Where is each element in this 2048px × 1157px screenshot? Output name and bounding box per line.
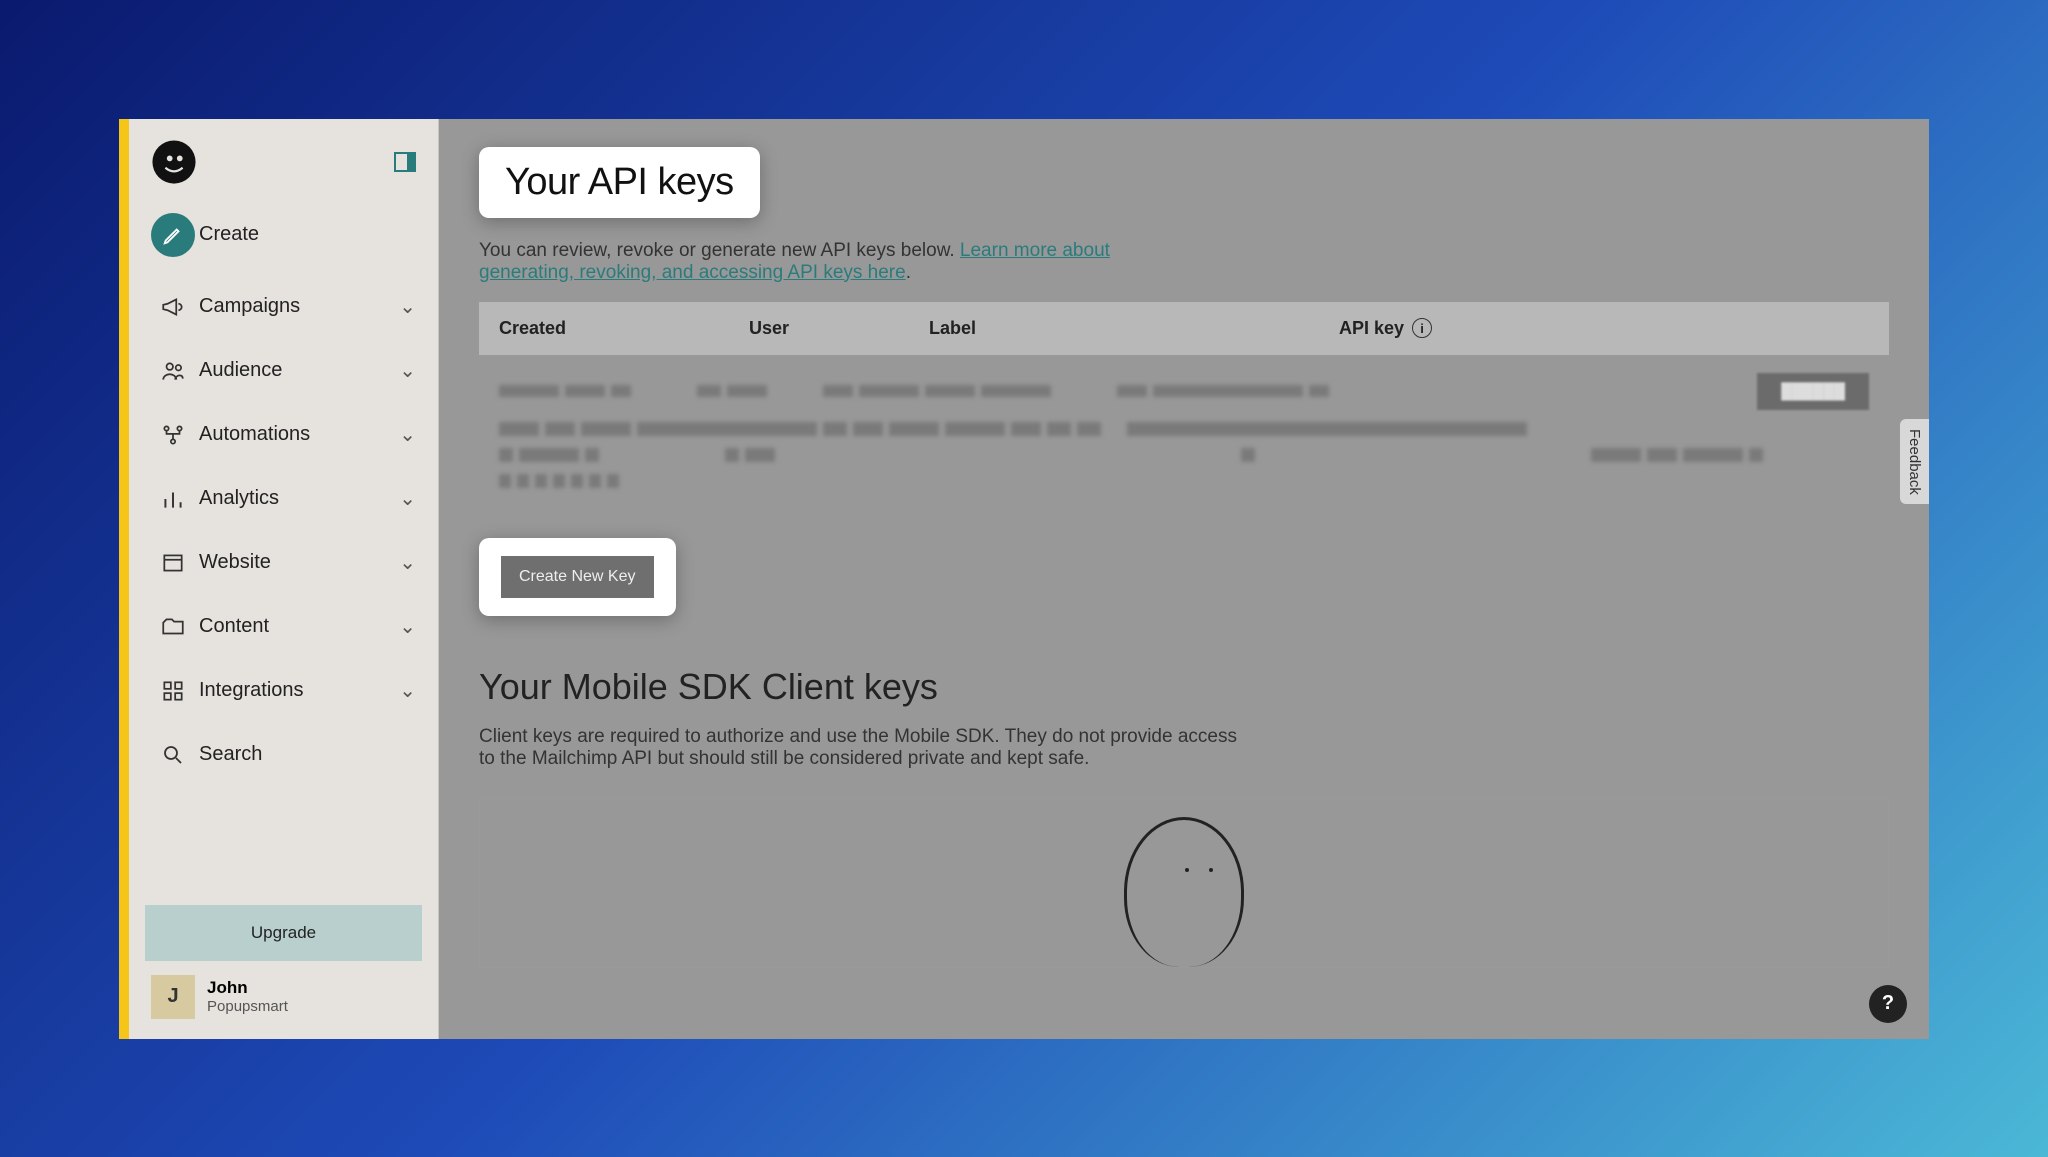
sidebar-item-label: Automations — [195, 423, 399, 446]
sidebar-item-audience[interactable]: Audience ⌄ — [139, 339, 428, 403]
sidebar-item-label: Website — [195, 551, 399, 574]
grid-icon — [151, 669, 195, 713]
sidebar-item-website[interactable]: Website ⌄ — [139, 531, 428, 595]
col-label: Label — [929, 318, 1339, 339]
window-icon — [151, 541, 195, 585]
table-header-row: Created User Label API key i — [479, 302, 1889, 355]
info-icon[interactable]: i — [1412, 318, 1432, 338]
sidebar-item-label: Integrations — [195, 679, 399, 702]
sdk-empty-card — [479, 798, 1889, 968]
sidebar-item-search[interactable]: Search — [139, 723, 428, 787]
page-title: Your API keys — [505, 161, 734, 204]
folder-icon — [151, 605, 195, 649]
chevron-down-icon: ⌄ — [399, 486, 416, 511]
sidebar-item-create[interactable]: Create — [139, 203, 428, 267]
col-api-key: API key i — [1339, 318, 1869, 339]
create-new-key-button[interactable]: Create New Key — [501, 556, 654, 598]
sidebar-item-label: Search — [195, 743, 416, 766]
page-description: You can review, revoke or generate new A… — [479, 240, 1179, 284]
sidebar: Create Campaigns ⌄ Audience ⌄ Automation… — [129, 119, 439, 1039]
bar-chart-icon — [151, 477, 195, 521]
user-org: Popupsmart — [207, 998, 288, 1015]
col-created: Created — [499, 318, 749, 339]
user-name: John — [207, 978, 288, 998]
user-menu[interactable]: J John Popupsmart — [145, 961, 422, 1023]
sidebar-item-automations[interactable]: Automations ⌄ — [139, 403, 428, 467]
main-content: Your API keys You can review, revoke or … — [439, 119, 1929, 1039]
chevron-down-icon: ⌄ — [399, 550, 416, 575]
page-title-highlight: Your API keys — [479, 147, 760, 218]
chevron-down-icon: ⌄ — [399, 358, 416, 383]
sidebar-item-integrations[interactable]: Integrations ⌄ — [139, 659, 428, 723]
table-body: ██████ — [479, 355, 1889, 514]
megaphone-icon — [151, 285, 195, 329]
sidebar-item-label: Campaigns — [195, 295, 399, 318]
sdk-description: Client keys are required to authorize an… — [479, 726, 1239, 770]
sidebar-item-campaigns[interactable]: Campaigns ⌄ — [139, 275, 428, 339]
sidebar-item-content[interactable]: Content ⌄ — [139, 595, 428, 659]
sidebar-item-label: Analytics — [195, 487, 399, 510]
help-button[interactable]: ? — [1869, 985, 1907, 1023]
sidebar-item-label: Audience — [195, 359, 399, 382]
search-icon — [151, 733, 195, 777]
sidebar-item-analytics[interactable]: Analytics ⌄ — [139, 467, 428, 531]
create-key-highlight: Create New Key — [479, 538, 676, 616]
flow-icon — [151, 413, 195, 457]
table-row-redacted — [499, 448, 1869, 462]
upgrade-button[interactable]: Upgrade — [145, 905, 422, 961]
chevron-down-icon: ⌄ — [399, 614, 416, 639]
avatar: J — [151, 975, 195, 1019]
sdk-title: Your Mobile SDK Client keys — [479, 666, 1889, 708]
chevron-down-icon: ⌄ — [399, 294, 416, 319]
col-user: User — [749, 318, 929, 339]
sidebar-nav: Create Campaigns ⌄ Audience ⌄ Automation… — [129, 203, 438, 889]
table-row-redacted — [499, 422, 1869, 436]
api-keys-table: Created User Label API key i ██████ — [479, 302, 1889, 514]
collapse-sidebar-icon[interactable] — [394, 152, 416, 172]
pencil-icon — [151, 213, 195, 257]
chevron-down-icon: ⌄ — [399, 678, 416, 703]
sidebar-item-label: Create — [195, 223, 416, 246]
row-action-button-redacted[interactable]: ██████ — [1757, 373, 1869, 410]
feedback-tab[interactable]: Feedback — [1900, 419, 1929, 505]
table-row-redacted — [499, 474, 1869, 488]
illustration-icon — [1124, 817, 1244, 967]
table-row-redacted: ██████ — [499, 373, 1869, 410]
chevron-down-icon: ⌄ — [399, 422, 416, 447]
mailchimp-logo[interactable] — [151, 139, 197, 185]
accent-bar — [119, 119, 129, 1039]
sidebar-item-label: Content — [195, 615, 399, 638]
users-icon — [151, 349, 195, 393]
sdk-section: Your Mobile SDK Client keys Client keys … — [479, 666, 1889, 968]
app-window: Create Campaigns ⌄ Audience ⌄ Automation… — [119, 119, 1929, 1039]
